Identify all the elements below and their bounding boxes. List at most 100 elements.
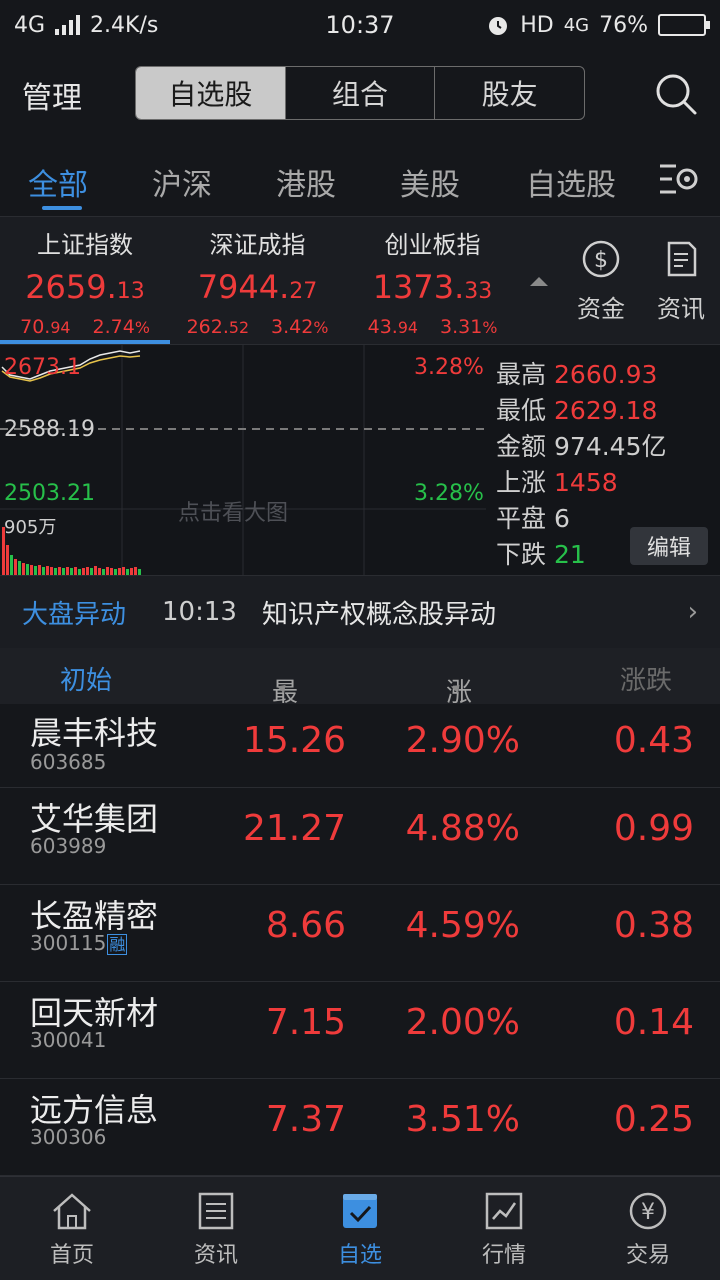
stat-high-key: 最高 (496, 360, 547, 389)
news-icon (198, 1192, 234, 1230)
stock-change-pct: 2.00% (405, 1002, 520, 1043)
stock-list: 晨丰科技 603685 15.26 2.90% 0.43 艾华集团 603989… (0, 704, 720, 1176)
stock-price: 7.15 (265, 1002, 346, 1043)
yen-icon: ¥ (629, 1192, 667, 1230)
stat-high-value: 2660.93 (554, 360, 658, 389)
stock-change-pct: 2.90% (405, 720, 520, 761)
funds-button[interactable]: $ 资金 (566, 239, 636, 324)
stock-row[interactable]: 回天新材 300041 7.15 2.00% 0.14 (0, 982, 720, 1079)
hd-indicator: HD (520, 12, 554, 38)
stock-change: 0.38 (613, 905, 694, 946)
manage-button[interactable]: 管理 (22, 73, 82, 117)
battery-icon (658, 14, 710, 36)
stock-change: 0.25 (613, 1099, 694, 1140)
news-button[interactable]: 资讯 (646, 239, 716, 324)
nav-market-label: 行情 (481, 1243, 526, 1268)
index-card-gem[interactable]: 创业板指 1373.33 43.94 3.31% (345, 217, 520, 345)
search-icon[interactable] (654, 72, 698, 116)
segment-friends[interactable]: 股友 (435, 67, 584, 119)
battery-percent: 76% (599, 12, 648, 38)
dollar-icon: $ (582, 240, 620, 278)
stock-change-pct: 4.88% (405, 808, 520, 849)
chart-high-label: 2673.1 (4, 355, 81, 380)
svg-text:$: $ (594, 248, 608, 273)
index-change: 262.52 3.42% (186, 316, 329, 338)
nav-trade[interactable]: ¥ 交易 (576, 1177, 720, 1280)
edit-button[interactable]: 编辑 (630, 527, 708, 565)
segment-control: 自选股 组合 股友 (135, 66, 585, 120)
stock-change: 0.14 (613, 1002, 694, 1043)
network-type-2: 4G (563, 14, 590, 36)
market-tabs: 全部 沪深 港股 美股 自选股 (0, 140, 720, 216)
column-change-pct[interactable]: 涨幅 (446, 660, 472, 745)
index-name: 上证指数 (37, 231, 133, 259)
collapse-caret-icon[interactable] (530, 277, 548, 286)
stock-price: 7.37 (265, 1099, 346, 1140)
list-column-header: 初始 最新 涨幅 涨跌 (0, 648, 720, 745)
stock-change: 0.43 (613, 720, 694, 761)
nav-trade-label: 交易 (625, 1243, 670, 1268)
column-change[interactable]: 涨跌 (620, 660, 672, 697)
chart-volume-label: 905万 (4, 517, 57, 538)
chart-pct-bottom: 3.28% (414, 481, 484, 506)
margin-badge: 融 (107, 934, 128, 955)
stock-row[interactable]: 艾华集团 603989 21.27 4.88% 0.99 (0, 788, 720, 885)
tab-custom[interactable]: 自选股 (526, 160, 616, 204)
stat-up-value: 1458 (554, 468, 618, 497)
status-right: HD 4G 76% (486, 12, 710, 38)
nav-news-label: 资讯 (193, 1243, 238, 1268)
chevron-right-icon: › (687, 597, 698, 627)
stat-flat-key: 平盘 (496, 504, 547, 533)
market-alert-bar[interactable]: 大盘异动 10:13 知识产权概念股异动 › (0, 576, 720, 648)
signal-icon (55, 15, 81, 35)
index-value: 2659.13 (25, 268, 145, 306)
top-bar: 管理 自选股 组合 股友 (0, 50, 720, 140)
alert-time: 10:13 (162, 597, 237, 627)
network-speed: 2.4K/s (90, 12, 159, 38)
segment-portfolio[interactable]: 组合 (286, 67, 436, 119)
index-card-sh[interactable]: 上证指数 2659.13 70.94 2.74% (0, 217, 170, 345)
index-change: 43.94 3.31% (367, 316, 498, 338)
stat-down-value: 21 (554, 540, 586, 569)
chart-line-icon (485, 1192, 523, 1230)
stock-row[interactable]: 远方信息 300306 7.37 3.51% 0.25 (0, 1079, 720, 1176)
svg-text:¥: ¥ (641, 1200, 655, 1225)
nav-home[interactable]: 首页 (0, 1177, 144, 1280)
column-latest[interactable]: 最新 (272, 660, 298, 745)
stock-row[interactable]: 长盈精密 300115 融 8.66 4.59% 0.38 (0, 885, 720, 982)
stat-low-key: 最低 (496, 396, 547, 425)
status-bar: 4G 2.4K/s 10:37 HD 4G 76% (0, 0, 720, 50)
stock-code: 603989 (30, 834, 107, 858)
index-change: 70.94 2.74% (20, 316, 150, 338)
stock-price: 21.27 (242, 808, 346, 849)
index-chart[interactable]: 2673.1 2588.19 2503.21 3.28% 3.28% 905万 … (0, 344, 720, 577)
stock-code: 603685 (30, 750, 107, 774)
stock-name: 晨丰科技 (30, 714, 159, 752)
segment-watchlist[interactable]: 自选股 (136, 67, 286, 119)
stock-price: 15.26 (242, 720, 346, 761)
tab-shanghai-shenzhen[interactable]: 沪深 (152, 160, 212, 204)
nav-news[interactable]: 资讯 (144, 1177, 288, 1280)
alert-title: 知识产权概念股异动 (262, 599, 497, 630)
index-card-sz[interactable]: 深证成指 7944.27 262.52 3.42% (170, 217, 345, 345)
filter-settings-icon[interactable] (658, 160, 700, 198)
nav-watchlist[interactable]: 自选 (288, 1177, 432, 1280)
chart-pct-top: 3.28% (414, 355, 484, 380)
tab-all[interactable]: 全部 (28, 160, 88, 204)
home-icon (53, 1193, 91, 1230)
stock-code: 300041 (30, 1028, 107, 1052)
stat-amount-key: 金额 (496, 432, 547, 461)
index-value: 1373.33 (372, 268, 493, 306)
bottom-navigation: 首页 资讯 自选 行情 ¥ 交易 (0, 1176, 720, 1280)
nav-market[interactable]: 行情 (432, 1177, 576, 1280)
tab-us-stocks[interactable]: 美股 (400, 160, 460, 204)
stock-change: 0.99 (613, 808, 694, 849)
stock-code: 300306 (30, 1125, 107, 1149)
watchlist-icon (343, 1194, 377, 1228)
tab-hk-stocks[interactable]: 港股 (276, 160, 336, 204)
status-left: 4G 2.4K/s (14, 13, 158, 38)
stat-down-key: 下跌 (496, 540, 547, 569)
stock-row[interactable]: 晨丰科技 603685 15.26 2.90% 0.43 (0, 704, 720, 788)
nav-home-label: 首页 (49, 1243, 94, 1268)
column-initial[interactable]: 初始 (60, 660, 112, 697)
